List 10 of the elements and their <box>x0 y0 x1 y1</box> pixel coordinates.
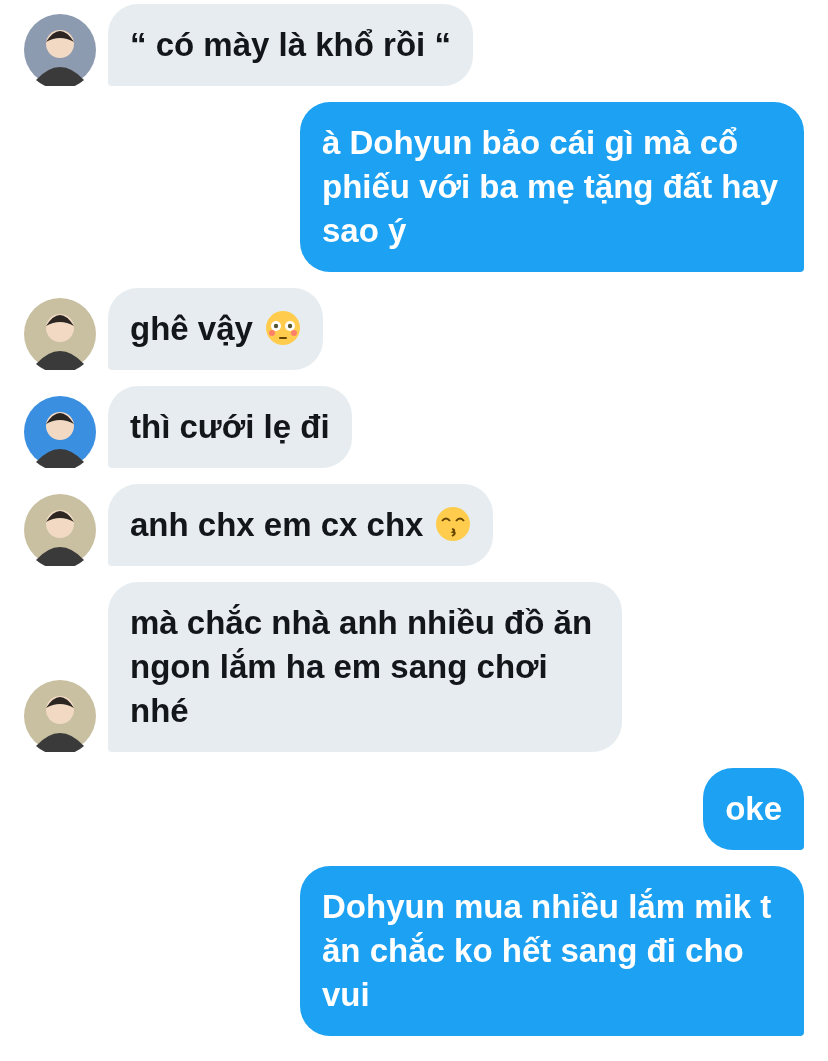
message-bubble: ghê vậy <box>108 288 323 370</box>
message-bubble: thì cưới lẹ đi <box>108 386 352 468</box>
message-bubble: mà chắc nhà anh nhiều đồ ăn ngon lắm ha em sang chơi nhé <box>108 582 622 752</box>
message-bubble: oke <box>703 768 804 850</box>
message-bubble: “ có mày là khổ rồi “ <box>108 4 473 86</box>
flushed-emoji-icon <box>264 310 301 346</box>
message-bubble: Dohyun mua nhiều lắm mik t ăn chắc ko hết sang đi cho vui <box>300 866 804 1036</box>
kissing-emoji-icon <box>435 506 472 542</box>
message-bubble: à Dohyun bảo cái gì mà cổ phiếu với ba mẹ tặng đất hay sao ý <box>300 102 804 272</box>
message-bubble: anh chx em cx chx <box>108 484 494 566</box>
